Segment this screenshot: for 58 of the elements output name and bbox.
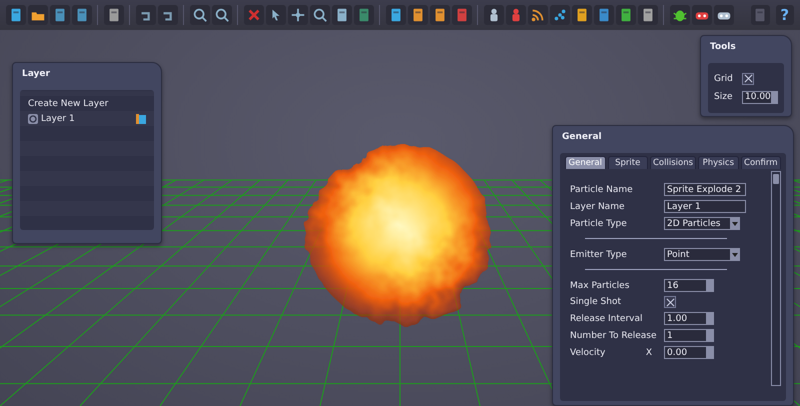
field-label: Number To Release	[570, 330, 658, 340]
figure-button[interactable]	[484, 5, 504, 25]
create-layer-link[interactable]: Create New Layer	[28, 98, 108, 108]
pointer-button[interactable]	[266, 5, 286, 25]
copy-button[interactable]	[386, 5, 406, 25]
bug-button[interactable]	[670, 5, 690, 25]
particles-button[interactable]	[550, 5, 570, 25]
signal-icon	[530, 7, 546, 23]
particles-icon	[552, 7, 568, 23]
dropdown[interactable]: Point	[664, 248, 740, 261]
scrollbar[interactable]	[771, 171, 781, 386]
zoom-in-icon	[192, 7, 208, 23]
eye-icon[interactable]	[28, 114, 38, 124]
dropdown[interactable]: 2D Particles	[664, 217, 740, 230]
spin-field[interactable]: 0.00	[664, 346, 714, 359]
layer-row[interactable]: Layer 1	[24, 111, 150, 126]
text-field[interactable]: Sprite Explode 2	[664, 183, 746, 196]
spin-field[interactable]: 1.00	[664, 312, 714, 325]
signal-button[interactable]	[528, 5, 548, 25]
field-label: Release Interval	[570, 314, 644, 324]
field-label: Grid	[714, 74, 734, 84]
tab[interactable]: Sprite	[608, 156, 648, 169]
dropdown-arrow-icon[interactable]	[732, 252, 738, 258]
gamepad-button[interactable]	[692, 5, 712, 25]
move-icon	[290, 7, 306, 23]
spin-field[interactable]: 1	[664, 329, 714, 342]
field-label: Particle Type	[570, 218, 628, 228]
delete-icon	[246, 7, 262, 23]
zoom-in-button[interactable]	[190, 5, 210, 25]
layer-document-icon[interactable]	[136, 114, 146, 124]
text-field[interactable]: Layer 1	[664, 200, 746, 213]
field-label: Size	[714, 92, 734, 102]
help-button[interactable]: ?	[776, 5, 794, 25]
field-label: Max Particles	[570, 280, 630, 290]
spin-field[interactable]: 10.00	[742, 90, 778, 104]
dropdown-arrow-icon[interactable]	[732, 220, 738, 226]
spin-field[interactable]: 16	[664, 279, 714, 292]
gamepad-button[interactable]	[714, 5, 734, 25]
panel-title: Tools	[710, 42, 736, 52]
open-folder-button[interactable]	[28, 5, 48, 25]
field-label: Emitter Type	[570, 250, 628, 260]
tab[interactable]: Physics	[698, 156, 739, 169]
field-label: Single Shot	[570, 297, 622, 307]
delete-button[interactable]	[244, 5, 264, 25]
tab[interactable]: Collisions	[650, 156, 696, 169]
field-label: Velocity	[570, 348, 606, 358]
checkbox[interactable]	[664, 296, 676, 308]
panel-title: General	[562, 132, 602, 142]
panel-title: Layer	[22, 69, 50, 79]
zoom-out-icon	[214, 7, 230, 23]
new-document-button[interactable]	[6, 5, 26, 25]
field-label: Layer Name	[570, 202, 626, 212]
checkbox[interactable]	[742, 72, 754, 84]
tab[interactable]: Confirm	[740, 156, 782, 169]
move-button[interactable]	[288, 5, 308, 25]
field-label: Particle Name	[570, 184, 634, 194]
zoom-out-button[interactable]	[212, 5, 232, 25]
axis-label: X	[646, 348, 652, 358]
